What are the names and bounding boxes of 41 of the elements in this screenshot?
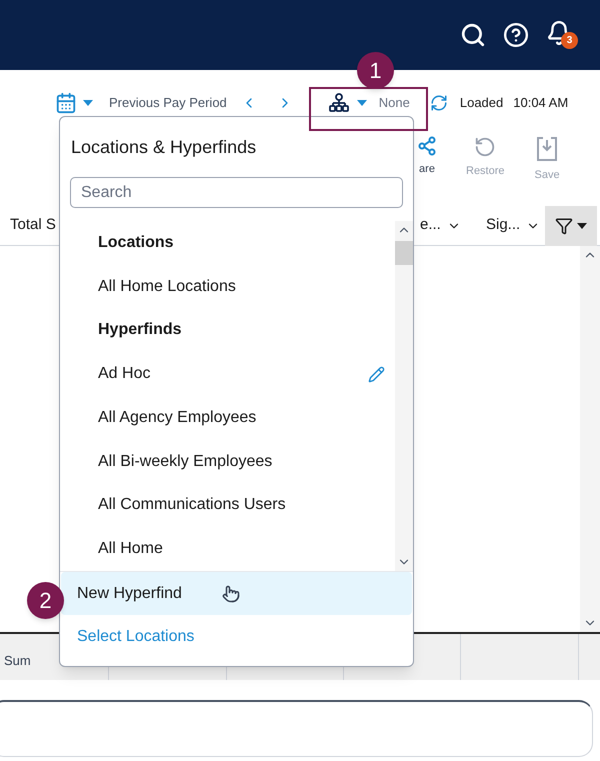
notifications-button[interactable]: 3 <box>546 20 580 50</box>
hand-cursor-icon <box>222 584 240 602</box>
share-icon <box>418 136 436 156</box>
list-item[interactable]: Ad Hoc <box>98 362 150 386</box>
pay-period-label[interactable]: Previous Pay Period <box>109 93 227 113</box>
scrollbar[interactable] <box>395 221 413 571</box>
caret-icon <box>356 100 367 106</box>
pencil-icon[interactable] <box>368 366 385 383</box>
notification-badge: 3 <box>561 32 578 49</box>
scrollbar[interactable] <box>580 246 600 632</box>
help-icon[interactable] <box>503 22 529 48</box>
list-item[interactable]: All Bi-weekly Employees <box>98 450 272 474</box>
list-item[interactable]: All Home Locations <box>98 274 236 299</box>
scroll-thumb[interactable] <box>395 241 413 265</box>
list-item[interactable]: All Communications Users <box>98 493 286 518</box>
save-icon <box>535 136 560 162</box>
time-text: 10:04 AM <box>513 94 568 112</box>
section-heading: Hyperfinds <box>97 320 183 340</box>
column-header[interactable]: Sig... <box>476 214 542 237</box>
text-area[interactable] <box>0 700 593 757</box>
section-heading: Locations <box>97 232 175 253</box>
caret-icon <box>83 100 93 106</box>
list-item[interactable]: All Agency Employees <box>98 406 256 430</box>
search-field[interactable]: Search <box>70 177 403 208</box>
hierarchy-icon[interactable] <box>328 93 349 113</box>
hyperfind-value[interactable]: None <box>378 93 410 113</box>
list-item[interactable]: All Home <box>98 537 163 562</box>
filter-icon <box>555 216 573 234</box>
new-hyperfind-item[interactable]: New Hyperfind <box>61 572 412 615</box>
filter-button[interactable] <box>545 206 597 246</box>
column-header[interactable]: e... <box>410 214 476 237</box>
dropdown-title: Locations & Hyperfinds <box>70 136 258 159</box>
calendar-icon[interactable] <box>55 92 77 114</box>
caret-icon <box>577 222 587 228</box>
select-locations-link[interactable]: Select Locations <box>61 615 412 658</box>
restore-icon <box>474 136 496 158</box>
refresh-icon[interactable] <box>430 94 448 112</box>
status-text: Loaded <box>460 94 504 112</box>
search-icon[interactable] <box>460 22 486 48</box>
share-button[interactable]: are <box>418 136 436 178</box>
callout-badge: 2 <box>27 582 64 619</box>
